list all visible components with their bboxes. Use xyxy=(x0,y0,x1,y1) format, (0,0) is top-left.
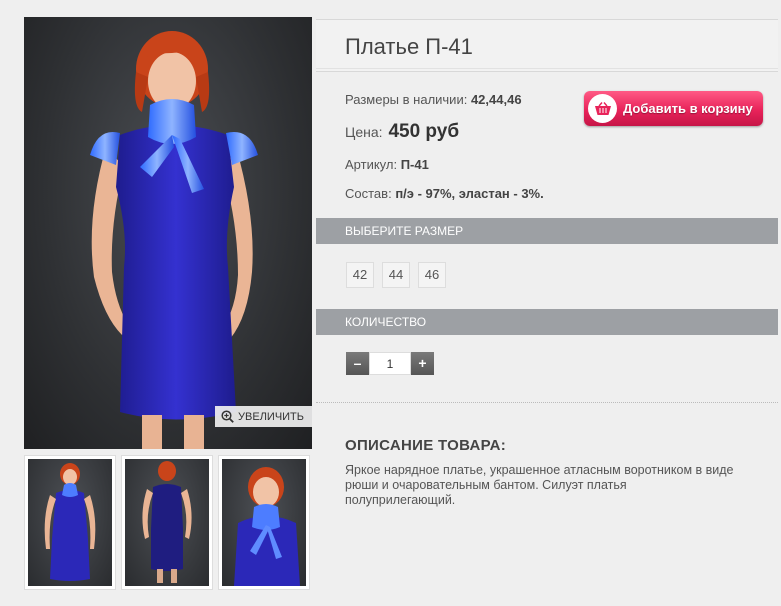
quantity-input[interactable] xyxy=(369,352,411,375)
thumb-front-image xyxy=(44,463,96,581)
composition: Состав: п/э - 97%, эластан - 3%. xyxy=(345,186,544,201)
price-label: Цена: xyxy=(345,124,383,140)
size-option-46[interactable]: 46 xyxy=(418,262,446,288)
quantity-stepper: – + xyxy=(346,352,434,375)
thumbnail-back[interactable] xyxy=(121,455,213,590)
magnifier-plus-icon xyxy=(221,410,234,423)
size-section-header: ВЫБЕРИТЕ РАЗМЕР xyxy=(316,218,778,244)
thumb-back-image xyxy=(142,461,192,583)
price-value: 450 руб xyxy=(388,121,460,142)
increment-button[interactable]: + xyxy=(411,352,434,375)
zoom-label: УВЕЛИЧИТЬ xyxy=(238,410,304,423)
main-product-photo[interactable]: УВЕЛИЧИТЬ xyxy=(24,17,312,449)
decrement-button[interactable]: – xyxy=(346,352,369,375)
add-to-cart-button[interactable]: Добавить в корзину xyxy=(584,91,763,126)
add-to-cart-label: Добавить в корзину xyxy=(623,101,753,116)
thumb-closeup-image xyxy=(234,467,300,586)
sku-value: П-41 xyxy=(400,157,429,172)
divider xyxy=(316,68,778,69)
size-option-42[interactable]: 42 xyxy=(346,262,374,288)
quantity-section-header: КОЛИЧЕСТВО xyxy=(316,309,778,335)
product-title-box: Платье П-41 xyxy=(316,19,778,72)
composition-label: Состав: xyxy=(345,186,392,201)
page-title: Платье П-41 xyxy=(345,34,473,59)
description-title: ОПИСАНИЕ ТОВАРА: xyxy=(345,437,506,454)
thumbnail-closeup[interactable] xyxy=(218,455,310,590)
sku-label: Артикул: xyxy=(345,157,398,172)
thumbnail-strip xyxy=(24,455,316,592)
description-text: Яркое нарядное платье, украшенное атласн… xyxy=(345,463,734,507)
price: Цена: 450 руб xyxy=(345,121,459,143)
size-option-44[interactable]: 44 xyxy=(382,262,410,288)
sizes-label: Размеры в наличии: xyxy=(345,92,468,107)
product-page: УВЕЛИЧИТЬ Платье П-41 Размеры в наличии:… xyxy=(0,0,781,606)
sizes-available: Размеры в наличии: 42,44,46 xyxy=(345,92,522,107)
dress-model-illustration xyxy=(90,31,258,449)
thumbnail-front[interactable] xyxy=(24,455,116,590)
composition-value: п/э - 97%, эластан - 3%. xyxy=(395,186,544,201)
sku: Артикул: П-41 xyxy=(345,157,429,172)
zoom-button[interactable]: УВЕЛИЧИТЬ xyxy=(215,406,312,427)
dotted-divider xyxy=(316,402,778,403)
sizes-value: 42,44,46 xyxy=(470,92,522,107)
basket-icon xyxy=(588,94,617,123)
